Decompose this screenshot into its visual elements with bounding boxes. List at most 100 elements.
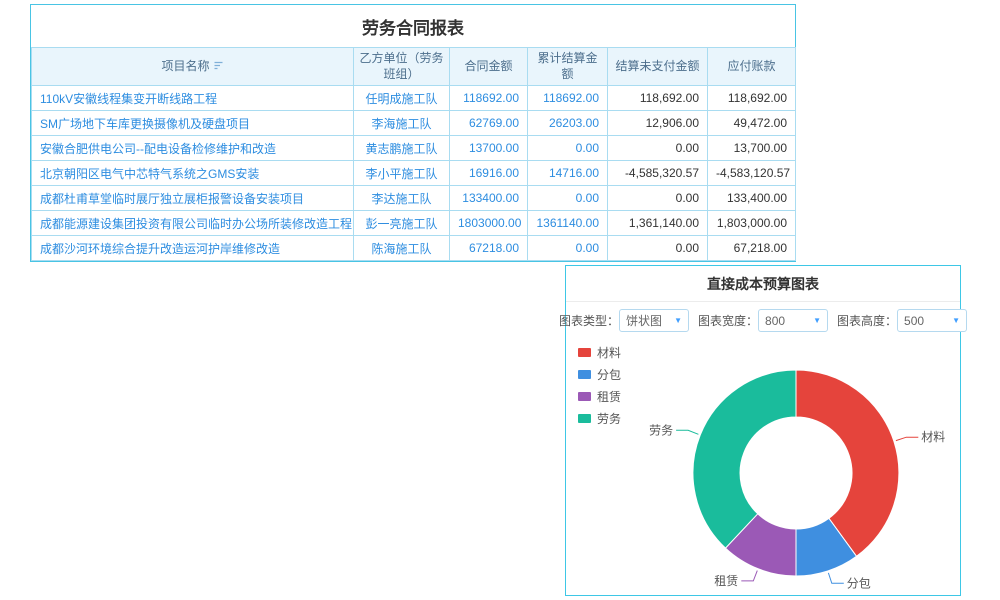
unit-cell: 陈海施工队 xyxy=(354,236,450,261)
unit-cell: 彭一亮施工队 xyxy=(354,211,450,236)
table-row: 成都杜甫草堂临时展厅独立展柜报警设备安装项目李达施工队133400.000.00… xyxy=(32,186,796,211)
pie-label: 租赁 xyxy=(714,574,738,588)
project-name-cell[interactable]: 安徽合肥供电公司--配电设备检修维护和改造 xyxy=(32,136,354,161)
unit-cell: 任明成施工队 xyxy=(354,86,450,111)
chart-width-control: 图表宽度： 800 ▼ xyxy=(698,309,828,332)
col-unpaid-amount: 结算未支付金额 xyxy=(608,48,708,86)
col-contract-amount: 合同金额 xyxy=(450,48,528,86)
chevron-down-icon: ▼ xyxy=(813,317,821,325)
legend-item-劳务[interactable]: 劳务 xyxy=(578,410,621,427)
chart-area: 材料分包租赁劳务 材料分包租赁劳务 xyxy=(566,336,960,599)
pie-label-line xyxy=(896,437,918,440)
pie-label: 劳务 xyxy=(649,422,673,437)
payable-cell: 13,700.00 xyxy=(708,136,796,161)
project-name-cell[interactable]: SM广场地下车库更换摄像机及硬盘项目 xyxy=(32,111,354,136)
chart-type-value: 饼状图 xyxy=(626,312,662,329)
settled-amount-cell: 1361140.00 xyxy=(528,211,608,236)
chart-controls: 图表类型： 饼状图 ▼ 图表宽度： 800 ▼ 图表高度： 500 ▼ xyxy=(566,302,960,336)
project-name-cell[interactable]: 北京朝阳区电气中芯特气系统之GMS安装 xyxy=(32,161,354,186)
table-row: SM广场地下车库更换摄像机及硬盘项目李海施工队62769.0026203.001… xyxy=(32,111,796,136)
unpaid-amount-cell: 0.00 xyxy=(608,186,708,211)
project-name-cell[interactable]: 110kV安徽线程集变开断线路工程 xyxy=(32,86,354,111)
legend-item-分包[interactable]: 分包 xyxy=(578,366,621,383)
pie-label-line xyxy=(741,571,757,581)
chart-type-select[interactable]: 饼状图 ▼ xyxy=(619,309,689,332)
table-row: 成都能源建设集团投资有限公司临时办公场所装修改造工程EPC彭一亮施工队18030… xyxy=(32,211,796,236)
unit-cell: 黄志鹏施工队 xyxy=(354,136,450,161)
pie-label-line xyxy=(828,573,843,583)
unit-cell: 李小平施工队 xyxy=(354,161,450,186)
unpaid-amount-cell: 12,906.00 xyxy=(608,111,708,136)
chart-width-select[interactable]: 800 ▼ xyxy=(758,309,828,332)
col-project-name[interactable]: 项目名称 xyxy=(32,48,354,86)
contract-amount-cell: 133400.00 xyxy=(450,186,528,211)
col-project-name-label: 项目名称 xyxy=(161,59,209,73)
legend-label: 材料 xyxy=(597,344,621,361)
legend-swatch xyxy=(578,348,591,357)
legend-swatch xyxy=(578,370,591,379)
contract-amount-cell: 1803000.00 xyxy=(450,211,528,236)
unit-cell: 李海施工队 xyxy=(354,111,450,136)
unpaid-amount-cell: 1,361,140.00 xyxy=(608,211,708,236)
labor-contract-report: 劳务合同报表 项目名称 乙方单位（劳务班组） 合同金额 累计结算金额 结算未支付… xyxy=(30,4,796,262)
settled-amount-cell: 0.00 xyxy=(528,136,608,161)
settled-amount-cell: 0.00 xyxy=(528,236,608,261)
pie-label: 材料 xyxy=(921,430,945,444)
chevron-down-icon: ▼ xyxy=(674,317,682,325)
chart-width-label: 图表宽度： xyxy=(698,312,758,329)
unit-cell: 李达施工队 xyxy=(354,186,450,211)
contract-amount-cell: 16916.00 xyxy=(450,161,528,186)
table-row: 110kV安徽线程集变开断线路工程任明成施工队118692.00118692.0… xyxy=(32,86,796,111)
settled-amount-cell: 14716.00 xyxy=(528,161,608,186)
unpaid-amount-cell: 0.00 xyxy=(608,136,708,161)
payable-cell: 67,218.00 xyxy=(708,236,796,261)
legend-label: 劳务 xyxy=(597,410,621,427)
settled-amount-cell: 26203.00 xyxy=(528,111,608,136)
project-name-cell[interactable]: 成都能源建设集团投资有限公司临时办公场所装修改造工程EPC xyxy=(32,211,354,236)
donut-chart: 材料分包租赁劳务 xyxy=(566,336,960,599)
chart-height-control: 图表高度： 500 ▼ xyxy=(837,309,967,332)
chart-height-label: 图表高度： xyxy=(837,312,897,329)
chart-type-label: 图表类型： xyxy=(559,312,619,329)
legend-swatch xyxy=(578,414,591,423)
pie-label-line xyxy=(676,430,698,434)
unpaid-amount-cell: -4,585,320.57 xyxy=(608,161,708,186)
payable-cell: 1,803,000.00 xyxy=(708,211,796,236)
pie-label: 分包 xyxy=(847,576,871,590)
table-header-row: 项目名称 乙方单位（劳务班组） 合同金额 累计结算金额 结算未支付金额 应付账款 xyxy=(32,48,796,86)
col-settled-amount: 累计结算金额 xyxy=(528,48,608,86)
chart-height-value: 500 xyxy=(904,314,924,328)
pie-slice-劳务[interactable] xyxy=(693,370,796,548)
payable-cell: 133,400.00 xyxy=(708,186,796,211)
legend-item-材料[interactable]: 材料 xyxy=(578,344,621,361)
legend-label: 分包 xyxy=(597,366,621,383)
sort-icon[interactable] xyxy=(213,60,224,71)
contract-amount-cell: 118692.00 xyxy=(450,86,528,111)
chart-height-select[interactable]: 500 ▼ xyxy=(897,309,967,332)
project-name-cell[interactable]: 成都沙河环境综合提升改造运河护岸维修改造 xyxy=(32,236,354,261)
table-row: 安徽合肥供电公司--配电设备检修维护和改造黄志鹏施工队13700.000.000… xyxy=(32,136,796,161)
contract-amount-cell: 13700.00 xyxy=(450,136,528,161)
col-unit: 乙方单位（劳务班组） xyxy=(354,48,450,86)
col-payable: 应付账款 xyxy=(708,48,796,86)
payable-cell: 118,692.00 xyxy=(708,86,796,111)
project-name-cell[interactable]: 成都杜甫草堂临时展厅独立展柜报警设备安装项目 xyxy=(32,186,354,211)
report-title: 劳务合同报表 xyxy=(31,5,795,47)
chart-legend: 材料分包租赁劳务 xyxy=(578,344,621,427)
chart-title: 直接成本预算图表 xyxy=(566,266,960,302)
legend-swatch xyxy=(578,392,591,401)
chart-panel: 直接成本预算图表 图表类型： 饼状图 ▼ 图表宽度： 800 ▼ 图表高度： 5… xyxy=(565,265,961,596)
table-row: 北京朝阳区电气中芯特气系统之GMS安装李小平施工队16916.0014716.0… xyxy=(32,161,796,186)
report-table: 项目名称 乙方单位（劳务班组） 合同金额 累计结算金额 结算未支付金额 应付账款… xyxy=(31,47,796,261)
payable-cell: 49,472.00 xyxy=(708,111,796,136)
unpaid-amount-cell: 0.00 xyxy=(608,236,708,261)
unpaid-amount-cell: 118,692.00 xyxy=(608,86,708,111)
settled-amount-cell: 0.00 xyxy=(528,186,608,211)
chevron-down-icon: ▼ xyxy=(952,317,960,325)
contract-amount-cell: 62769.00 xyxy=(450,111,528,136)
chart-type-control: 图表类型： 饼状图 ▼ xyxy=(559,309,689,332)
table-row: 成都沙河环境综合提升改造运河护岸维修改造陈海施工队67218.000.000.0… xyxy=(32,236,796,261)
legend-item-租赁[interactable]: 租赁 xyxy=(578,388,621,405)
contract-amount-cell: 67218.00 xyxy=(450,236,528,261)
payable-cell: -4,583,120.57 xyxy=(708,161,796,186)
